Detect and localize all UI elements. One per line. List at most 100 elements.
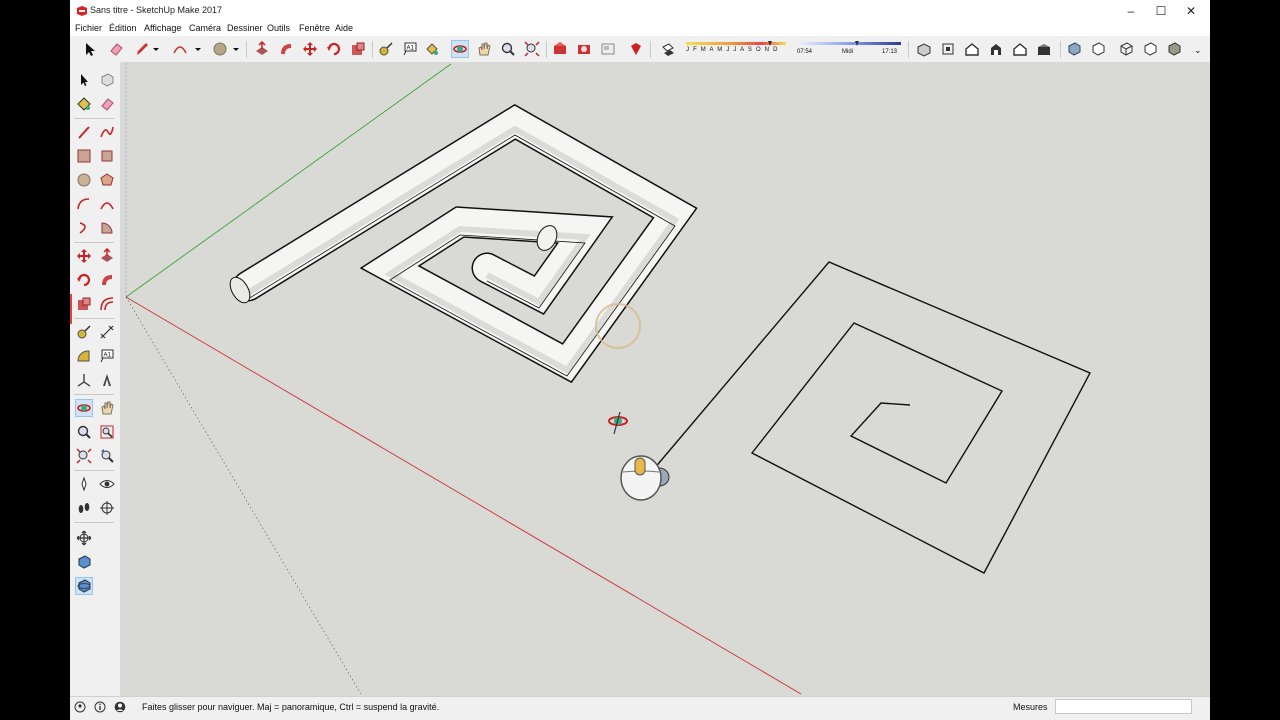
extension-warehouse-icon[interactable]	[576, 41, 592, 57]
menu-edition[interactable]: Édition	[109, 23, 137, 33]
make-component-icon[interactable]	[99, 72, 115, 88]
shadow-time-slider[interactable]	[797, 41, 901, 47]
toolset-separator	[74, 118, 114, 119]
push-pull-icon[interactable]	[254, 41, 270, 57]
menu-camera[interactable]: Caméra	[189, 23, 221, 33]
modeling-viewport[interactable]	[121, 62, 1210, 696]
toolbar-separator	[246, 41, 247, 58]
tape-measure-icon[interactable]	[76, 324, 92, 340]
iso-view-icon[interactable]	[916, 41, 932, 57]
line-dropdown-icon[interactable]	[152, 41, 160, 57]
scale-icon[interactable]	[350, 41, 366, 57]
menu-aide[interactable]: Aide	[335, 23, 353, 33]
shadows-toggle-icon[interactable]	[660, 41, 676, 57]
hidden-line-icon[interactable]	[1142, 41, 1158, 57]
orbit-active-icon[interactable]	[75, 577, 93, 595]
select-icon[interactable]	[82, 41, 98, 57]
right-view-icon[interactable]	[988, 41, 1004, 57]
zoom-window-icon[interactable]	[99, 424, 115, 440]
zoom-extents-icon[interactable]	[524, 41, 540, 57]
menu-affichage[interactable]: Affichage	[144, 23, 181, 33]
geolocation-icon[interactable]	[74, 701, 86, 713]
arc-dropdown-icon[interactable]	[194, 41, 202, 57]
back-edges-icon[interactable]	[1090, 41, 1106, 57]
eraser-icon[interactable]	[99, 96, 115, 112]
dimension-icon[interactable]	[99, 324, 115, 340]
wireframe-icon[interactable]	[1118, 41, 1134, 57]
look-around-icon[interactable]	[99, 476, 115, 492]
menu-fichier[interactable]: Fichier	[75, 23, 102, 33]
select-icon[interactable]	[76, 72, 92, 88]
close-button[interactable]: ✕	[1176, 0, 1206, 22]
axes-icon[interactable]	[76, 372, 92, 388]
layout-icon[interactable]	[600, 41, 616, 57]
shaded-icon[interactable]	[1166, 41, 1182, 57]
menu-dessiner[interactable]: Dessiner	[227, 23, 263, 33]
top-view-icon[interactable]	[940, 41, 956, 57]
spiral-path-lines[interactable]	[652, 261, 1091, 574]
two-point-arc-icon[interactable]	[99, 196, 115, 212]
walk-icon[interactable]	[76, 500, 92, 516]
arc-icon[interactable]	[172, 41, 188, 57]
menu-outils[interactable]: Outils	[267, 23, 290, 33]
rectangle-icon[interactable]	[76, 148, 92, 164]
minimize-button[interactable]: –	[1116, 0, 1146, 22]
rotated-rectangle-icon[interactable]	[99, 148, 115, 164]
three-point-arc-icon[interactable]	[76, 220, 92, 236]
text-icon[interactable]: A1	[99, 348, 115, 364]
freehand-icon[interactable]	[99, 124, 115, 140]
circle-icon[interactable]	[212, 41, 228, 57]
scale-icon[interactable]	[76, 296, 92, 312]
shadow-time-noon: Midi	[842, 49, 854, 55]
arc-icon[interactable]	[76, 196, 92, 212]
section-plane-icon[interactable]	[99, 500, 115, 516]
rotate-icon[interactable]	[326, 41, 342, 57]
pan-icon[interactable]	[476, 41, 492, 57]
follow-me-icon[interactable]	[99, 272, 115, 288]
zoom-icon[interactable]	[500, 41, 516, 57]
measurements-input[interactable]	[1055, 699, 1192, 714]
move-icon[interactable]	[76, 530, 92, 546]
xray-icon[interactable]	[1066, 41, 1082, 57]
orbit-icon[interactable]	[451, 40, 469, 58]
left-view-icon[interactable]	[1036, 41, 1052, 57]
follow-me-icon[interactable]	[278, 41, 294, 57]
warehouse-icon[interactable]	[552, 41, 568, 57]
maximize-button[interactable]: ☐	[1146, 0, 1176, 22]
orbit-icon[interactable]	[75, 399, 93, 417]
front-view-icon[interactable]	[964, 41, 980, 57]
3d-text-icon[interactable]	[99, 372, 115, 388]
line-icon[interactable]	[76, 124, 92, 140]
back-view-icon[interactable]	[1012, 41, 1028, 57]
move-icon[interactable]	[302, 41, 318, 57]
previous-view-icon[interactable]	[99, 448, 115, 464]
paint-bucket-icon[interactable]	[424, 41, 440, 57]
pencil-icon[interactable]	[134, 41, 150, 57]
menu-fenetre[interactable]: Fenêtre	[299, 23, 330, 33]
toolbar-overflow-icon[interactable]: ⌄	[1194, 45, 1202, 56]
extruded-spiral-pipe[interactable]	[226, 103, 698, 384]
orbit-icon[interactable]	[76, 554, 92, 570]
circle-icon[interactable]	[76, 172, 92, 188]
shadow-time-start: 07:54	[797, 49, 813, 55]
offset-icon[interactable]	[99, 296, 115, 312]
polygon-icon[interactable]	[99, 172, 115, 188]
text-icon[interactable]: A1	[402, 41, 418, 57]
pan-icon[interactable]	[99, 400, 115, 416]
rotate-icon[interactable]	[76, 272, 92, 288]
pie-icon[interactable]	[99, 220, 115, 236]
ruby-icon[interactable]	[628, 41, 644, 57]
blue-axis-dotted	[125, 296, 362, 695]
info-icon[interactable]	[94, 701, 106, 713]
tape-measure-icon[interactable]	[378, 41, 394, 57]
zoom-extents-icon[interactable]	[76, 448, 92, 464]
push-pull-icon[interactable]	[99, 248, 115, 264]
user-account-icon[interactable]	[114, 701, 126, 713]
circle-dropdown-icon[interactable]	[232, 41, 240, 57]
paint-bucket-icon[interactable]	[76, 96, 92, 112]
eraser-icon[interactable]	[108, 41, 124, 57]
zoom-icon[interactable]	[76, 424, 92, 440]
protractor-icon[interactable]	[76, 348, 92, 364]
move-icon[interactable]	[76, 248, 92, 264]
position-camera-icon[interactable]	[76, 476, 92, 492]
